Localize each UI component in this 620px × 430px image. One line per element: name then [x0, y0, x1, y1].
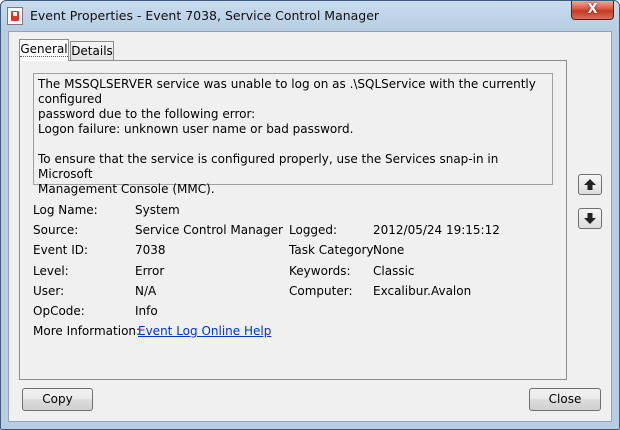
event-description-box[interactable]: The MSSQLSERVER service was unable to lo… — [33, 73, 553, 196]
task-category-label: Task Category: — [289, 243, 377, 257]
window-title: Event Properties - Event 7038, Service C… — [30, 8, 380, 23]
title-bar[interactable]: Event Properties - Event 7038, Service C… — [1, 1, 619, 31]
logged-value: 2012/05/24 19:15:12 — [373, 223, 500, 237]
next-event-button[interactable] — [578, 208, 602, 229]
opcode-value: Info — [135, 304, 158, 318]
description-line: The MSSQLSERVER service was unable to lo… — [38, 77, 536, 106]
event-id-label: Event ID: — [33, 243, 89, 257]
more-information-label: More Information: — [33, 324, 141, 338]
arrow-down-icon — [584, 213, 596, 224]
keywords-label: Keywords: — [289, 264, 351, 278]
log-name-label: Log Name: — [33, 203, 98, 217]
event-log-online-help-link[interactable]: Event Log Online Help — [138, 324, 271, 338]
event-properties-window: Event Properties - Event 7038, Service C… — [0, 0, 620, 430]
user-label: User: — [33, 284, 65, 298]
close-icon: X — [587, 2, 598, 17]
arrow-up-icon — [584, 179, 596, 190]
copy-button[interactable]: Copy — [22, 388, 93, 411]
close-button[interactable]: Close — [529, 388, 601, 411]
task-category-value: None — [373, 243, 405, 257]
description-line: Logon failure: unknown user name or bad … — [38, 122, 354, 136]
event-id-value: 7038 — [135, 243, 166, 257]
tab-general[interactable]: General — [19, 39, 69, 61]
tab-details[interactable]: Details — [70, 41, 114, 61]
general-tab-panel: The MSSQLSERVER service was unable to lo… — [19, 60, 567, 380]
source-value: Service Control Manager — [135, 223, 283, 237]
opcode-label: OpCode: — [33, 304, 85, 318]
computer-value: Excalibur.Avalon — [373, 284, 472, 298]
log-name-value: System — [135, 203, 180, 217]
description-line: Management Console (MMC). — [38, 182, 215, 196]
tab-details-label: Details — [71, 44, 113, 58]
previous-event-button[interactable] — [578, 174, 602, 195]
source-label: Source: — [33, 223, 79, 237]
level-value: Error — [135, 264, 165, 278]
level-label: Level: — [33, 264, 69, 278]
tab-general-label: General — [20, 42, 68, 57]
event-viewer-icon — [7, 7, 23, 25]
dialog-client-area: General Details The MSSQLSERVER service … — [8, 31, 612, 422]
window-close-button[interactable]: X — [571, 1, 614, 20]
computer-label: Computer: — [289, 284, 353, 298]
description-line: To ensure that the service is configured… — [38, 152, 499, 181]
logged-label: Logged: — [289, 223, 338, 237]
user-value: N/A — [135, 284, 157, 298]
description-line: password due to the following error: — [38, 107, 256, 121]
keywords-value: Classic — [373, 264, 415, 278]
